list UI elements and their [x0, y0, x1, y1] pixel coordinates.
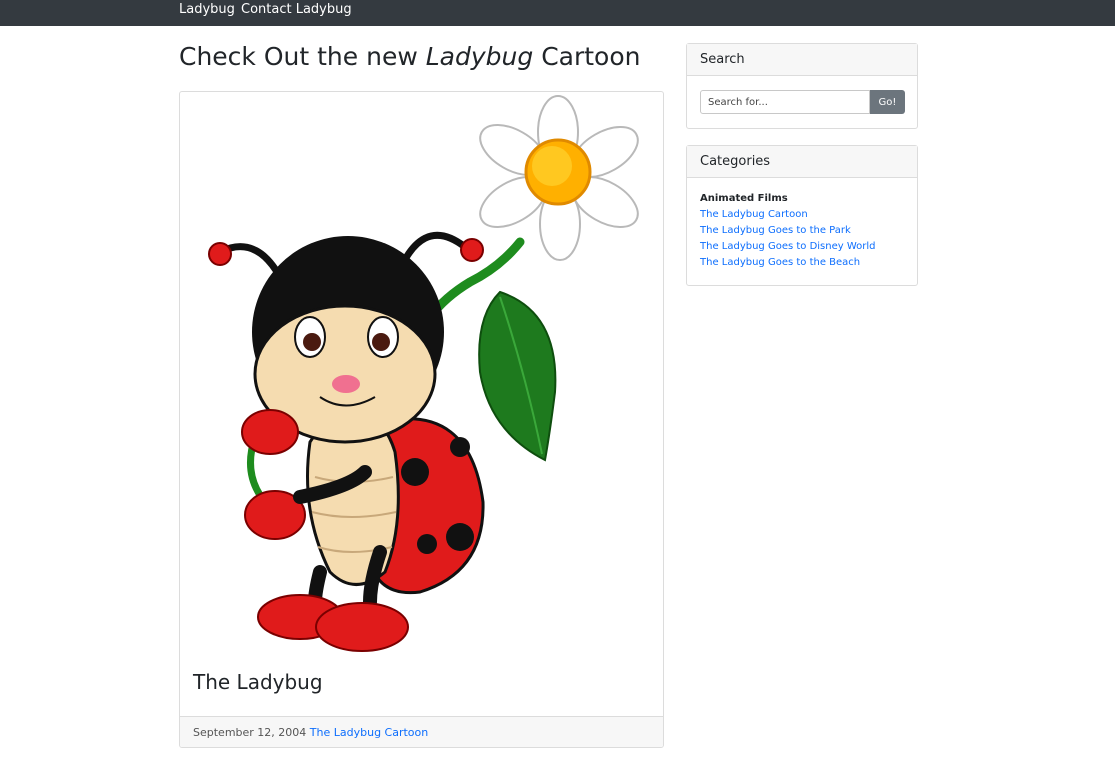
search-widget: Search Go! — [686, 43, 918, 129]
category-link[interactable]: The Ladybug Cartoon — [700, 209, 808, 220]
top-navbar: Ladybug Contact Ladybug — [0, 0, 1115, 26]
category-link[interactable]: The Ladybug Goes to Disney World — [700, 241, 876, 252]
page-title-emphasis: Ladybug — [425, 42, 534, 71]
post-category-link[interactable]: The Ladybug Cartoon — [310, 726, 428, 739]
post-footer: September 12, 2004 The Ladybug Cartoon — [180, 716, 663, 747]
categories-heading: Animated Films — [700, 193, 788, 204]
category-link[interactable]: The Ladybug Goes to the Park — [700, 225, 851, 236]
list-item: The Ladybug Goes to the Beach — [700, 257, 876, 273]
nav-brand-link[interactable]: Ladybug — [179, 2, 235, 17]
post-title: The Ladybug — [193, 670, 323, 694]
page-title: Check Out the new Ladybug Cartoon — [179, 42, 640, 71]
categories-widget: Categories Animated Films The Ladybug Ca… — [686, 145, 918, 286]
list-item: The Ladybug Goes to Disney World — [700, 241, 876, 257]
list-item: The Ladybug Cartoon — [700, 209, 876, 225]
nav-contact-link[interactable]: Contact Ladybug — [241, 2, 352, 17]
post-card: The Ladybug September 12, 2004 The Ladyb… — [179, 91, 664, 748]
search-widget-header: Search — [687, 44, 917, 76]
page-title-prefix: Check Out the new — [179, 42, 418, 71]
page-title-suffix: Cartoon — [541, 42, 641, 71]
post-date: September 12, 2004 — [193, 726, 307, 739]
list-item: The Ladybug Goes to the Park — [700, 225, 876, 241]
ladybug-illustration-icon — [208, 95, 639, 652]
search-go-button[interactable]: Go! — [870, 90, 905, 114]
categories-widget-header: Categories — [687, 146, 917, 178]
category-link[interactable]: The Ladybug Goes to the Beach — [700, 257, 860, 268]
categories-list: The Ladybug Cartoon The Ladybug Goes to … — [700, 209, 876, 273]
search-input[interactable] — [700, 90, 870, 114]
